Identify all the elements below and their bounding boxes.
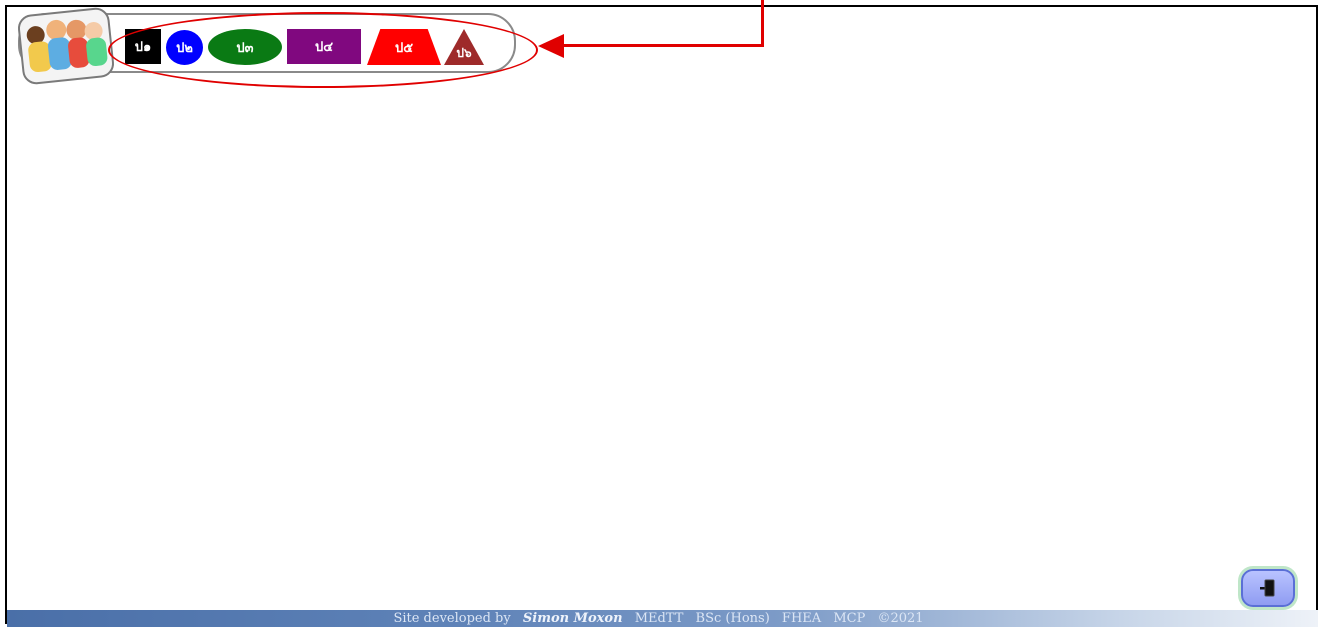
grade-2-label: ป๒ — [176, 41, 193, 56]
footer-author: Simon Moxon — [522, 611, 623, 626]
footer-prefix: Site developed by — [393, 611, 511, 626]
annotation-line-horizontal — [560, 44, 764, 47]
footer-credential: MEdTT — [634, 611, 684, 626]
footer-bar: Site developed by Simon Moxon MEdTT BSc … — [7, 610, 1318, 627]
footer-copyright: ©2021 — [877, 611, 924, 626]
annotation-arrowhead-icon — [538, 34, 564, 58]
footer-credential: BSc (Hons) — [695, 611, 770, 626]
door-exit-icon — [1260, 579, 1275, 597]
page-frame — [5, 5, 1318, 624]
grade-1-label: ป๑ — [134, 40, 152, 55]
annotation-line-vertical — [761, 0, 764, 46]
grade-5-label: ป๕ — [394, 40, 414, 56]
grade-3-label: ป๓ — [236, 40, 254, 56]
grade-2-button[interactable]: ป๒ — [166, 30, 203, 65]
kids-logo[interactable] — [16, 6, 116, 86]
footer-credential: MCP — [833, 611, 866, 626]
footer-credential: FHEA — [781, 611, 822, 626]
grade-4-button[interactable]: ป๔ — [287, 29, 361, 64]
grade-1-button[interactable]: ป๑ — [125, 29, 161, 64]
grade-4-label: ป๔ — [314, 40, 334, 55]
exit-button[interactable] — [1241, 569, 1295, 607]
grade-3-button[interactable]: ป๓ — [208, 29, 282, 65]
